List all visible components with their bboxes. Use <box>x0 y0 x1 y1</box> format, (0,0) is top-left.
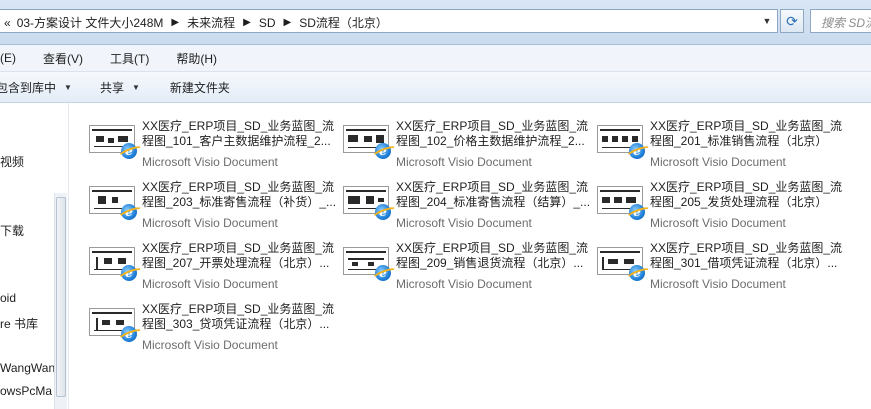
menu-edit[interactable]: (E) <box>0 49 16 67</box>
visio-thumbnail: e <box>343 125 391 159</box>
nav-item-videos[interactable]: 视频 <box>0 153 24 170</box>
file-item[interactable]: e XX医疗_ERP项目_SD_业务蓝图_流 程图_102_价格主数据维护流程_2… <box>343 111 593 169</box>
address-box[interactable]: « 03-方案设计 文件大小248M ▶ 未来流程 ▶ SD ▶ SD流程（北京… <box>0 9 778 33</box>
file-item[interactable]: e XX医疗_ERP项目_SD_业务蓝图_流 程图_303_贷项凭证流程（北京）.… <box>89 294 339 352</box>
nav-item-library[interactable]: re 书库 <box>0 315 38 332</box>
new-folder-button[interactable]: 新建文件夹 <box>170 79 230 96</box>
nav-item-wangwang[interactable]: WangWan <box>0 361 55 375</box>
file-item[interactable]: e XX医疗_ERP项目_SD_业务蓝图_流 程图_204_标准寄售流程（结算）_… <box>343 172 593 230</box>
breadcrumb-item-sd-beijing[interactable]: SD流程（北京） <box>299 14 388 31</box>
include-in-library-button[interactable]: 包含到库中 ▼ <box>0 79 72 96</box>
file-name: XX医疗_ERP项目_SD_业务蓝图_流 程图_209_销售退货流程（北京）... <box>396 241 589 270</box>
file-name: XX医疗_ERP项目_SD_业务蓝图_流 程图_102_价格主数据维护流程_2..… <box>396 119 589 148</box>
visio-thumbnail: e <box>89 308 137 342</box>
visio-thumbnail: e <box>89 125 137 159</box>
visio-thumbnail: e <box>597 247 645 281</box>
file-name: XX医疗_ERP项目_SD_业务蓝图_流 程图_204_标准寄售流程（结算）_..… <box>396 180 591 209</box>
chevron-down-icon: ▼ <box>131 82 140 92</box>
menu-tools[interactable]: 工具(T) <box>110 48 149 69</box>
share-button[interactable]: 共享 ▼ <box>100 79 140 96</box>
file-item[interactable]: e XX医疗_ERP项目_SD_业务蓝图_流 程图_209_销售退货流程（北京）.… <box>343 233 593 291</box>
ie-icon: e <box>375 143 391 159</box>
refresh-icon: ⟳ <box>786 12 798 29</box>
nav-item-windowspcmanager[interactable]: owsPcMa <box>0 384 52 398</box>
visio-thumbnail: e <box>89 247 137 281</box>
ie-icon: e <box>121 326 137 342</box>
ie-icon: e <box>629 265 645 281</box>
ie-icon: e <box>121 265 137 281</box>
breadcrumb-item-sd[interactable]: SD <box>259 16 276 30</box>
search-input[interactable]: 搜索 SD流 <box>810 9 871 33</box>
refresh-button[interactable]: ⟳ <box>780 9 804 33</box>
file-type: Microsoft Visio Document <box>142 338 278 352</box>
nav-item-downloads[interactable]: 下载 <box>0 222 24 239</box>
include-in-library-label: 包含到库中 <box>0 80 57 95</box>
file-name: XX医疗_ERP项目_SD_业务蓝图_流 程图_303_贷项凭证流程（北京）... <box>142 302 335 331</box>
ie-icon: e <box>375 204 391 220</box>
ie-icon: e <box>629 143 645 159</box>
breadcrumb-separator-icon[interactable]: ▶ <box>243 17 251 28</box>
breadcrumb-item-future[interactable]: 未来流程 <box>187 14 235 31</box>
ie-icon: e <box>629 204 645 220</box>
breadcrumb-separator-icon[interactable]: ▶ <box>171 17 179 28</box>
new-folder-label: 新建文件夹 <box>169 80 230 95</box>
file-item[interactable]: e XX医疗_ERP项目_SD_业务蓝图_流 程图_203_标准寄售流程（补货）_… <box>89 172 339 230</box>
address-bar: « 03-方案设计 文件大小248M ▶ 未来流程 ▶ SD ▶ SD流程（北京… <box>0 0 871 45</box>
visio-thumbnail: e <box>343 186 391 220</box>
visio-thumbnail: e <box>597 125 645 159</box>
file-name: XX医疗_ERP项目_SD_业务蓝图_流 程图_203_标准寄售流程（补货）_..… <box>142 180 337 209</box>
file-type: Microsoft Visio Document <box>142 277 278 291</box>
file-type: Microsoft Visio Document <box>650 216 786 230</box>
nav-scrollbar[interactable] <box>54 193 67 409</box>
navigation-pane: 视频 下载 oid re 书库 WangWan owsPcMa <box>0 103 69 409</box>
file-type: Microsoft Visio Document <box>396 155 532 169</box>
file-item[interactable]: e XX医疗_ERP项目_SD_业务蓝图_流 程图_201_标准销售流程（北京） … <box>597 111 847 169</box>
file-item[interactable]: e XX医疗_ERP项目_SD_业务蓝图_流 程图_101_客户主数据维护流程_2… <box>89 111 339 169</box>
visio-thumbnail: e <box>343 247 391 281</box>
file-list: e XX医疗_ERP项目_SD_业务蓝图_流 程图_101_客户主数据维护流程_2… <box>69 103 871 409</box>
nav-scrollbar-thumb[interactable] <box>56 197 66 397</box>
breadcrumb: « 03-方案设计 文件大小248M ▶ 未来流程 ▶ SD ▶ SD流程（北京… <box>4 14 388 31</box>
menu-help[interactable]: 帮助(H) <box>176 48 217 69</box>
file-name: XX医疗_ERP项目_SD_业务蓝图_流 程图_301_借项凭证流程（北京）... <box>650 241 843 270</box>
breadcrumb-item-design[interactable]: 03-方案设计 文件大小248M <box>17 14 164 31</box>
visio-thumbnail: e <box>89 186 137 220</box>
share-label: 共享 <box>99 80 124 95</box>
breadcrumb-separator-icon[interactable]: ▶ <box>283 17 291 28</box>
file-name: XX医疗_ERP项目_SD_业务蓝图_流 程图_101_客户主数据维护流程_2..… <box>142 119 335 148</box>
ie-icon: e <box>121 204 137 220</box>
file-name: XX医疗_ERP项目_SD_业务蓝图_流 程图_205_发货处理流程（北京） <box>650 180 843 209</box>
file-type: Microsoft Visio Document <box>142 155 278 169</box>
ie-icon: e <box>375 265 391 281</box>
file-type: Microsoft Visio Document <box>396 277 532 291</box>
address-dropdown-icon[interactable]: ▼ <box>758 10 776 32</box>
file-type: Microsoft Visio Document <box>142 216 278 230</box>
menu-bar: (E) 查看(V) 工具(T) 帮助(H) <box>0 45 871 72</box>
back-history-icon[interactable]: « <box>4 16 11 30</box>
file-type: Microsoft Visio Document <box>650 277 786 291</box>
file-type: Microsoft Visio Document <box>650 155 786 169</box>
file-item[interactable]: e XX医疗_ERP项目_SD_业务蓝图_流 程图_207_开票处理流程（北京）.… <box>89 233 339 291</box>
chevron-down-icon: ▼ <box>64 82 72 92</box>
visio-thumbnail: e <box>597 186 645 220</box>
menu-view[interactable]: 查看(V) <box>43 48 83 69</box>
file-type: Microsoft Visio Document <box>396 216 532 230</box>
file-name: XX医疗_ERP项目_SD_业务蓝图_流 程图_201_标准销售流程（北京） <box>650 119 843 148</box>
ie-icon: e <box>121 143 137 159</box>
file-item[interactable]: e XX医疗_ERP项目_SD_业务蓝图_流 程图_301_借项凭证流程（北京）.… <box>597 233 847 291</box>
file-item[interactable]: e XX医疗_ERP项目_SD_业务蓝图_流 程图_205_发货处理流程（北京） … <box>597 172 847 230</box>
nav-item-android[interactable]: oid <box>0 291 16 305</box>
command-toolbar: 包含到库中 ▼ 共享 ▼ 新建文件夹 <box>0 72 871 103</box>
file-name: XX医疗_ERP项目_SD_业务蓝图_流 程图_207_开票处理流程（北京）... <box>142 241 335 270</box>
